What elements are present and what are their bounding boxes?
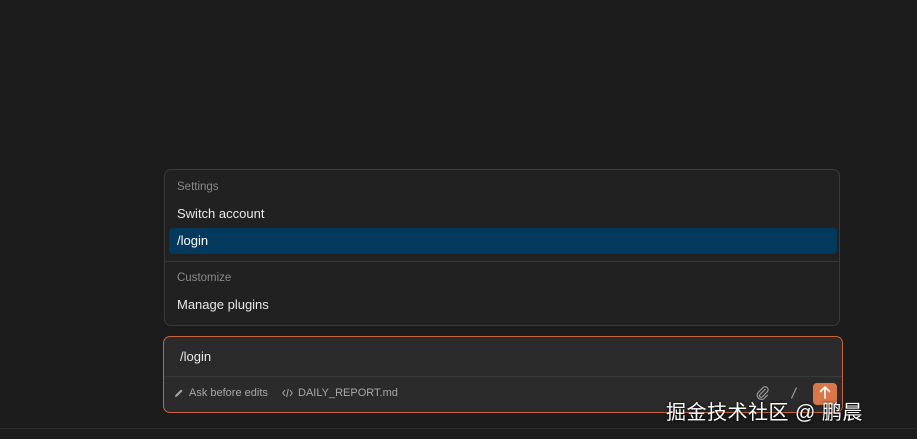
watermark: 掘金技术社区 @ 鹏晨 [666,402,863,424]
menu-divider [165,261,839,262]
edit-mode-button[interactable]: Ask before edits [174,387,268,399]
code-icon [282,388,293,398]
menu-section-customize: Customize [177,272,232,284]
command-menu: Settings Switch account /login Customize… [164,169,840,326]
current-file-button[interactable]: DAILY_REPORT.md [282,387,398,399]
current-file-label: DAILY_REPORT.md [298,387,398,399]
input-divider [164,376,842,377]
bottom-divider [0,428,917,429]
pencil-icon [174,388,184,398]
menu-section-settings: Settings [177,181,219,193]
menu-item-login[interactable]: /login [169,228,837,254]
prompt-input[interactable] [178,348,822,365]
edit-mode-label: Ask before edits [189,387,268,399]
menu-item-switch-account[interactable]: Switch account [169,201,837,227]
menu-item-manage-plugins[interactable]: Manage plugins [169,292,837,318]
app-window: Settings Switch account /login Customize… [0,0,917,439]
